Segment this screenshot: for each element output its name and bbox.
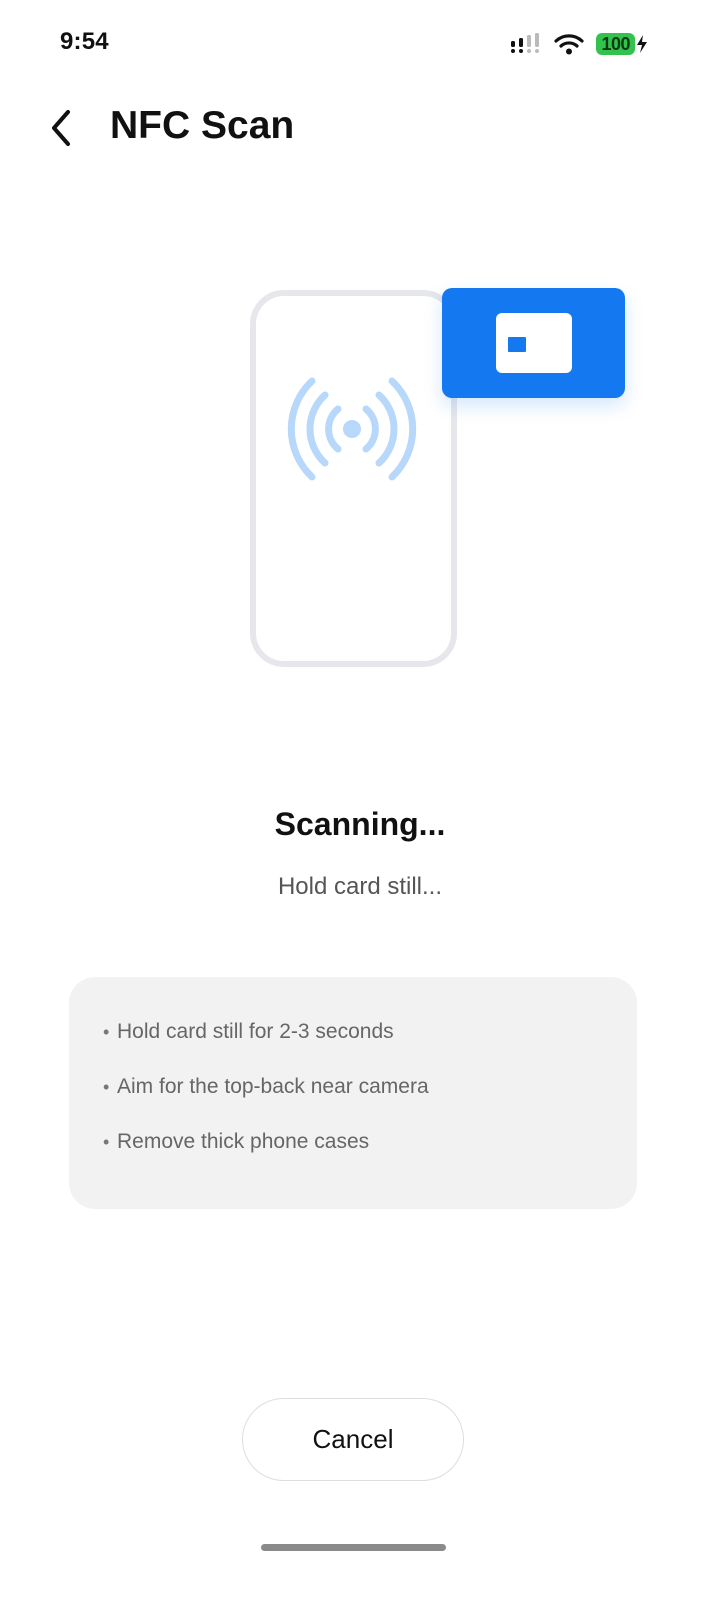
tip-text: Hold card still for 2-3 seconds [117,1020,394,1043]
status-icons: 100 [510,30,648,58]
scan-status-title: Scanning... [274,806,446,842]
tip-item: • Aim for the top-back near camera [103,1072,637,1102]
battery-level: 100 [601,33,630,54]
bullet: • [103,1021,110,1042]
scan-status-subtitle: Hold card still... [277,873,443,900]
card-icon [442,288,625,398]
tip-item: • Remove thick phone cases [103,1127,637,1157]
chevron-left-icon [52,110,70,146]
nfc-illustration [240,280,640,680]
tips-panel: • Hold card still for 2-3 seconds • Aim … [69,977,637,1209]
wifi-icon [554,33,585,55]
status-time: 9:54 [60,28,109,55]
page-title: NFC Scan [110,104,295,147]
tip-text: Aim for the top-back near camera [117,1075,429,1098]
home-indicator[interactable] [261,1544,446,1551]
cancel-button[interactable]: Cancel [242,1398,464,1481]
tip-item: • Hold card still for 2-3 seconds [103,1017,637,1047]
bullet: • [103,1131,110,1152]
cellular-signal-icon [510,33,542,55]
bullet: • [103,1076,110,1097]
battery-charging-icon: 100 [596,33,648,55]
tip-text: Remove thick phone cases [117,1130,370,1153]
back-button[interactable] [36,102,84,154]
nfc-waves-icon [287,377,417,481]
card-chip [495,313,572,373]
